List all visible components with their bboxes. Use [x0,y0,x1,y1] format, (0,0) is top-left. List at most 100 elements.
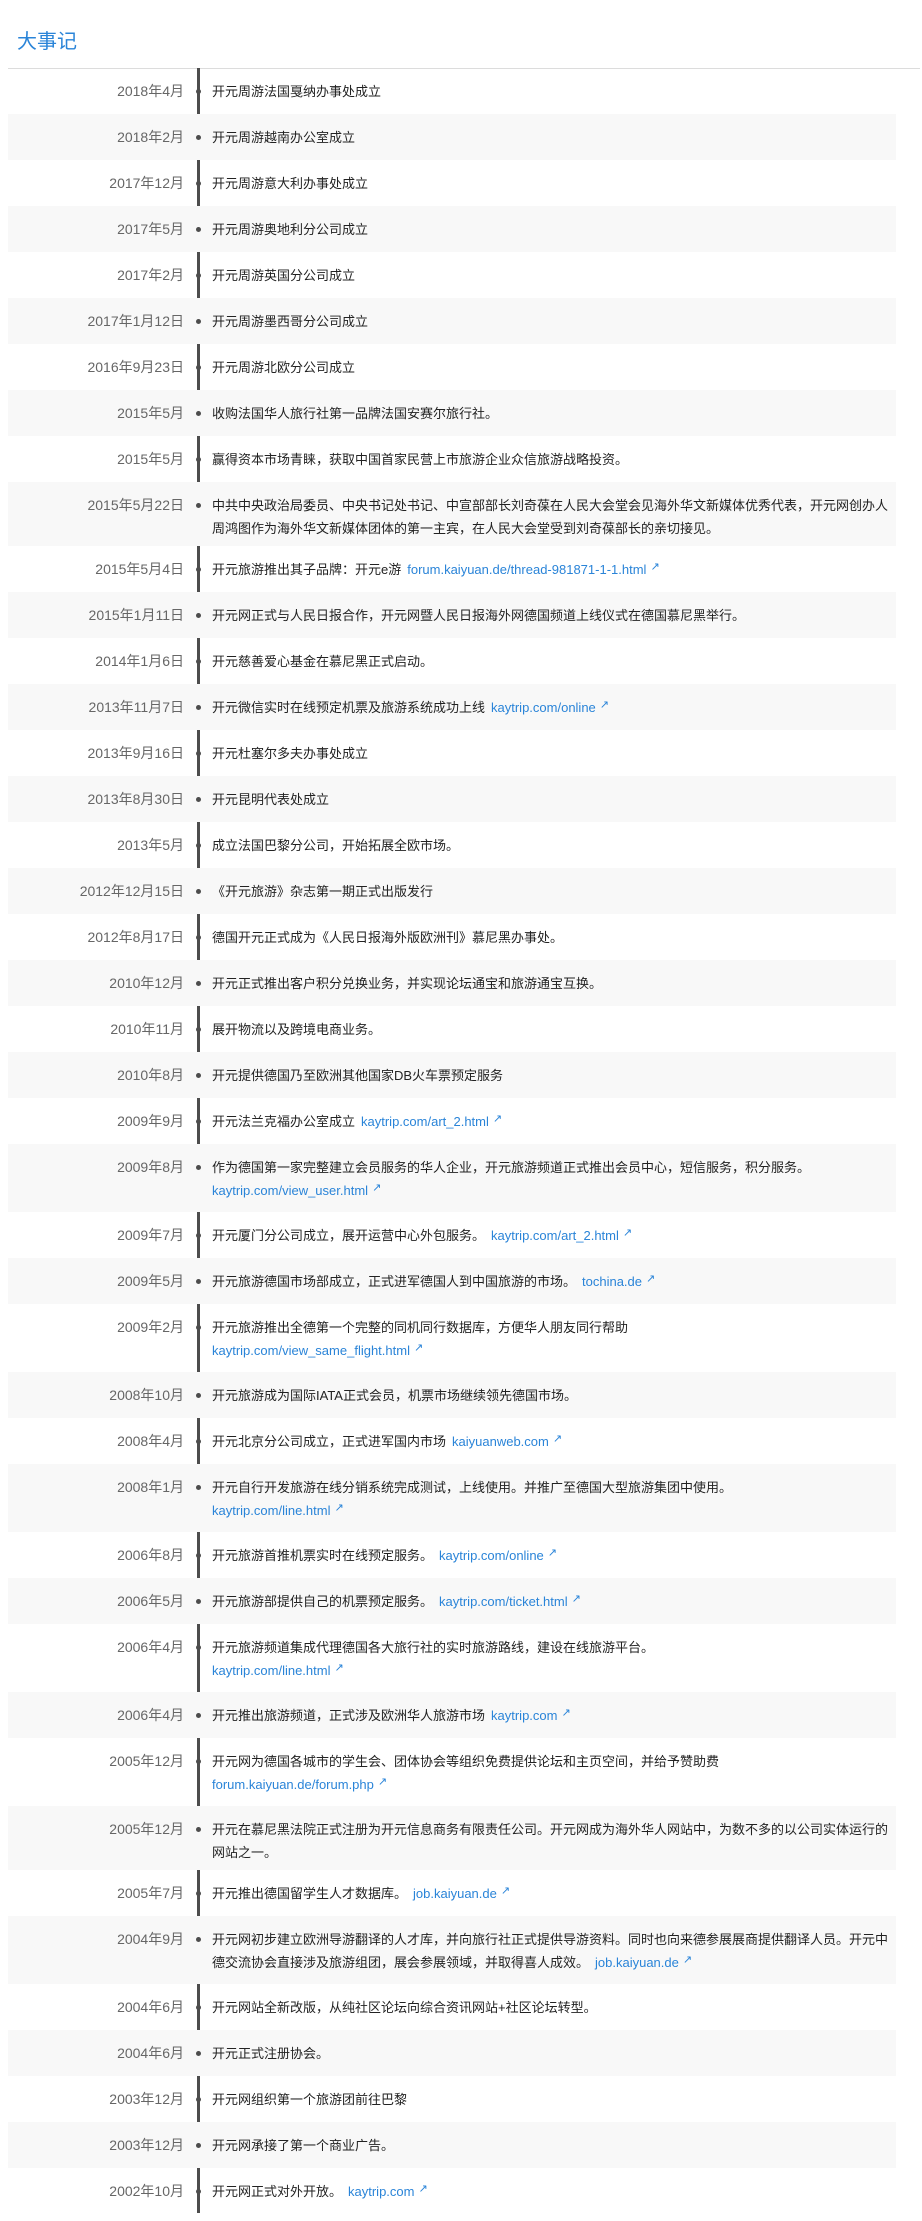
event-date: 2010年8月 [117,1067,184,1083]
external-link-icon[interactable]: ↗ [414,1337,423,1360]
external-link-icon[interactable]: ↗ [372,1177,381,1200]
event-date: 2018年2月 [117,129,184,145]
event-text: 开元网为德国各城市的学生会、团体协会等组织免费提供论坛和主页空间，并给予赞助费 [212,1754,720,1769]
timeline-dot [196,1165,201,1170]
event-text: 开元网正式对外开放。 [212,2184,343,2199]
event-date: 2010年12月 [109,975,184,991]
external-link-icon[interactable]: ↗ [418,2178,427,2201]
event-description: 开元杜塞尔多夫办事处成立 [212,742,888,765]
event-date: 2008年10月 [109,1387,184,1403]
timeline-row: 2017年12月 开元周游意大利办事处成立 [8,160,896,206]
timeline-row: 2005年12月 开元在慕尼黑法院正式注册为开元信息商务有限责任公司。开元网成为海… [8,1806,896,1870]
timeline-dot [196,2189,201,2194]
event-text: 开元自行开发旅游在线分销系统完成测试，上线使用。并推广至德国大型旅游集团中使用。 [212,1480,733,1495]
external-link-icon[interactable]: ↗ [334,1497,343,1520]
event-description: 开元旅游频道集成代理德国各大旅行社的实时旅游路线，建设在线旅游平台。 kaytri… [212,1636,888,1684]
event-text: 开元微信实时在线预定机票及旅游系统成功上线 [212,700,486,715]
event-text: 开元旅游部提供自己的机票预定服务。 [212,1594,434,1609]
event-text: 开元旅游德国市场部成立，正式进军德国人到中国旅游的市场。 [212,1274,577,1289]
timeline-row: 2008年1月 开元自行开发旅游在线分销系统完成测试，上线使用。并推广至德国大型旅… [8,1464,896,1532]
event-description: 开元厦门分公司成立，展开运营中心外包服务。 kaytrip.com/art_2.h… [212,1224,888,1249]
event-text: 开元在慕尼黑法院正式注册为开元信息商务有限责任公司。开元网成为海外华人网站中，为… [212,1822,889,1860]
timeline-dot [196,411,201,416]
external-link-icon[interactable]: ↗ [600,694,609,717]
external-link-icon[interactable]: ↗ [650,556,659,579]
timeline-dot [196,319,201,324]
external-link-icon[interactable]: ↗ [561,1702,570,1725]
event-text: 开元厦门分公司成立，展开运营中心外包服务。 [212,1228,486,1243]
event-description: 开元周游墨西哥分公司成立 [212,310,888,333]
event-link[interactable]: kaytrip.com/line.html [212,1503,330,1518]
timeline-row: 2005年12月 开元网为德国各城市的学生会、团体协会等组织免费提供论坛和主页空间… [8,1738,896,1806]
event-description: 开元法兰克福办公室成立 kaytrip.com/art_2.html ↗ [212,1110,888,1135]
event-link[interactable]: forum.kaiyuan.de/forum.php [212,1777,374,1792]
timeline-dot [196,2143,201,2148]
timeline-row: 2009年7月 开元厦门分公司成立，展开运营中心外包服务。 kaytrip.com/… [8,1212,896,1258]
event-description: 开元网站全新改版，从纯社区论坛向综合资讯网站+社区论坛转型。 [212,1996,888,2019]
external-link-icon[interactable]: ↗ [501,1880,510,1903]
event-text: 开元提供德国乃至欧洲其他国家DB火车票预定服务 [212,1068,504,1083]
event-date: 2004年6月 [117,1999,184,2015]
event-link[interactable]: tochina.de [582,1274,642,1289]
timeline-row: 2017年1月12日 开元周游墨西哥分公司成立 [8,298,896,344]
event-link[interactable]: kaytrip.com/online [491,700,596,715]
timeline-dot [196,659,201,664]
event-link[interactable]: kaytrip.com/ticket.html [439,1594,568,1609]
event-text: 开元旅游推出全德第一个完整的同机同行数据库，方便华人朋友同行帮助 [212,1320,629,1335]
event-link[interactable]: kaytrip.com [491,1708,557,1723]
event-text: 开元旅游成为国际IATA正式会员，机票市场继续领先德国市场。 [212,1388,577,1403]
external-link-icon[interactable]: ↗ [378,1771,387,1794]
event-description: 德国开元正式成为《人民日报海外版欧洲刊》慕尼黑办事处。 [212,926,888,949]
event-description: 开元网初步建立欧洲导游翻译的人才库，并向旅行社正式提供导游资料。同时也向来德参展… [212,1928,888,1976]
event-date: 2017年2月 [117,267,184,283]
event-description: 开元周游奥地利分公司成立 [212,218,888,241]
event-link[interactable]: kaytrip.com [348,2184,414,2199]
event-link[interactable]: kaytrip.com/art_2.html [361,1114,489,1129]
event-date: 2009年5月 [117,1273,184,1289]
event-link[interactable]: kaytrip.com/online [439,1548,544,1563]
event-date: 2006年4月 [117,1707,184,1723]
event-link[interactable]: job.kaiyuan.de [413,1886,497,1901]
event-link[interactable]: kaytrip.com/view_user.html [212,1183,368,1198]
external-link-icon[interactable]: ↗ [646,1268,655,1291]
event-date: 2009年7月 [117,1227,184,1243]
timeline-dot [196,273,201,278]
event-link[interactable]: kaiyuanweb.com [452,1434,549,1449]
timeline-dot [196,2097,201,2102]
timeline-row: 2013年8月30日 开元昆明代表处成立 [8,776,896,822]
event-text: 开元昆明代表处成立 [212,792,330,807]
page-title: 大事记 [17,31,77,53]
external-link-icon[interactable]: ↗ [334,1657,343,1680]
timeline-dot [196,1485,201,1490]
event-link[interactable]: forum.kaiyuan.de/thread-981871-1-1.html [407,562,646,577]
event-date: 2015年5月 [117,405,184,421]
external-link-icon[interactable]: ↗ [623,1222,632,1245]
external-link-icon[interactable]: ↗ [493,1108,502,1131]
timeline-dot [196,2005,201,2010]
timeline-dot [196,935,201,940]
timeline-dot [196,1645,201,1650]
event-description: 开元网组织第一个旅游团前往巴黎 [212,2088,888,2111]
timeline-dot [196,135,201,140]
event-description: 开元正式注册协会。 [212,2042,888,2065]
page-header: 大事记 [8,0,920,69]
event-description: 《开元旅游》杂志第一期正式出版发行 [212,880,888,903]
event-description: 开元网承接了第一个商业广告。 [212,2134,888,2157]
event-text: 开元杜塞尔多夫办事处成立 [212,746,369,761]
event-text: 开元北京分公司成立，正式进军国内市场 [212,1434,447,1449]
timeline-dot [196,567,201,572]
timeline-dot [196,613,201,618]
external-link-icon[interactable]: ↗ [553,1428,562,1451]
event-link[interactable]: job.kaiyuan.de [595,1955,679,1970]
event-text: 开元旅游频道集成代理德国各大旅行社的实时旅游路线，建设在线旅游平台。 [212,1640,655,1655]
external-link-icon[interactable]: ↗ [683,1949,692,1972]
timeline-row: 2014年1月6日 开元慈善爱心基金在慕尼黑正式启动。 [8,638,896,684]
event-date: 2018年4月 [117,83,184,99]
event-link[interactable]: kaytrip.com/line.html [212,1663,330,1678]
event-link[interactable]: kaytrip.com/art_2.html [491,1228,619,1243]
external-link-icon[interactable]: ↗ [572,1588,581,1611]
event-date: 2017年1月12日 [87,313,184,329]
event-link[interactable]: kaytrip.com/view_same_flight.html [212,1343,410,1358]
external-link-icon[interactable]: ↗ [548,1542,557,1565]
timeline-row: 2013年11月7日 开元微信实时在线预定机票及旅游系统成功上线 kaytrip.c… [8,684,896,730]
